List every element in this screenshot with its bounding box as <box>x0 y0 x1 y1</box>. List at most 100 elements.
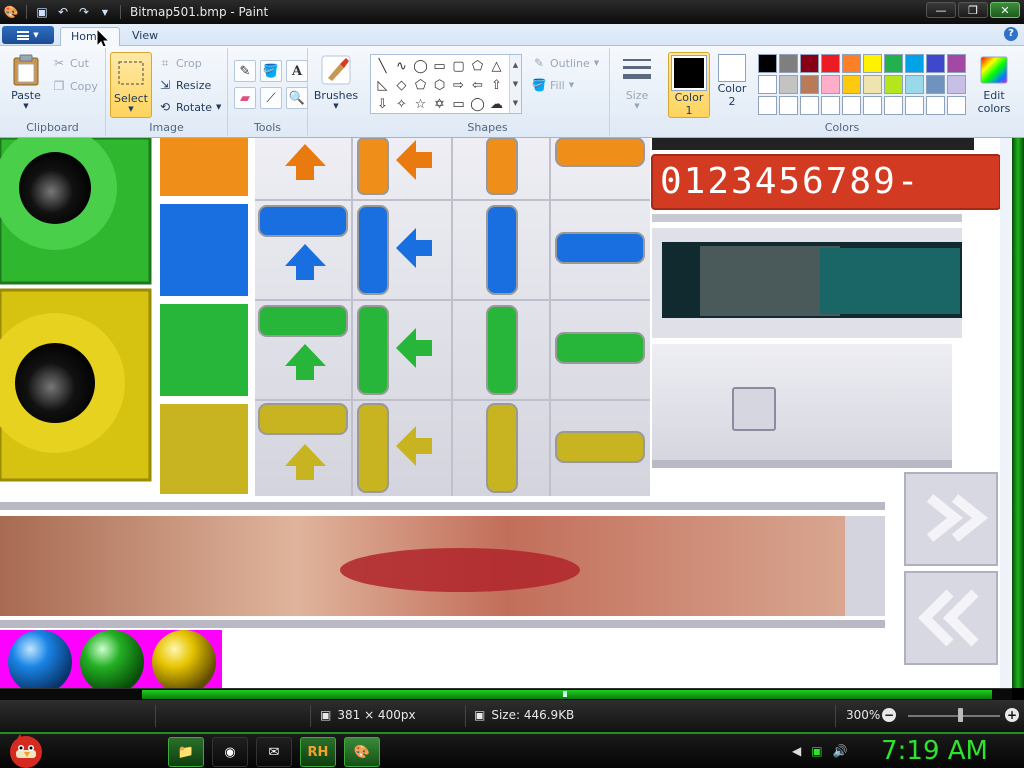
triangle-shape-icon[interactable]: △ <box>487 57 506 76</box>
outline-button[interactable]: ✎ Outline ▼ <box>532 54 599 72</box>
volume-icon[interactable]: 🔊 <box>833 744 848 758</box>
color1-button[interactable]: Color 1 <box>668 52 710 118</box>
palette-swatch[interactable] <box>779 75 798 94</box>
curve-shape-icon[interactable]: ∿ <box>392 57 411 76</box>
palette-swatch[interactable] <box>947 96 966 115</box>
palette-swatch[interactable] <box>779 54 798 73</box>
four-point-star-shape-icon[interactable]: ✧ <box>392 95 411 114</box>
palette-swatch[interactable] <box>905 75 924 94</box>
canvas-area[interactable]: 0123456789- <box>0 138 1012 688</box>
palette-swatch[interactable] <box>884 96 903 115</box>
pentagon-shape-icon[interactable]: ⬠ <box>411 76 430 95</box>
left-arrow-shape-icon[interactable]: ⇦ <box>468 76 487 95</box>
callout-rect-shape-icon[interactable]: ▭ <box>449 95 468 114</box>
size-button[interactable]: Size ▼ <box>618 54 656 110</box>
pencil-icon[interactable]: ✎ <box>234 60 256 82</box>
palette-swatch[interactable] <box>800 54 819 73</box>
paint-icon[interactable]: 🎨 <box>2 3 20 21</box>
palette-swatch[interactable] <box>863 75 882 94</box>
palette-swatch[interactable] <box>863 96 882 115</box>
fill-button[interactable]: 🪣 Fill ▼ <box>532 76 575 94</box>
palette-swatch[interactable] <box>905 54 924 73</box>
minimize-button[interactable]: — <box>926 2 956 18</box>
tab-view[interactable]: View <box>122 27 168 46</box>
edit-colors-button[interactable]: Edit colors <box>974 54 1014 115</box>
five-point-star-shape-icon[interactable]: ☆ <box>411 95 430 114</box>
palette-swatch[interactable] <box>884 54 903 73</box>
palette-swatch[interactable] <box>800 75 819 94</box>
palette-swatch[interactable] <box>758 54 777 73</box>
palette-swatch[interactable] <box>821 75 840 94</box>
oval-shape-icon[interactable]: ◯ <box>411 57 430 76</box>
palette-swatch[interactable] <box>842 96 861 115</box>
save-icon[interactable]: ▣ <box>33 3 51 21</box>
right-triangle-shape-icon[interactable]: ◺ <box>373 76 392 95</box>
rectangle-shape-icon[interactable]: ▭ <box>430 57 449 76</box>
palette-swatch[interactable] <box>926 96 945 115</box>
six-point-star-shape-icon[interactable]: ✡ <box>430 95 449 114</box>
magnifier-icon[interactable]: 🔍 <box>286 87 308 109</box>
hexagon-shape-icon[interactable]: ⬡ <box>430 76 449 95</box>
palette-swatch[interactable] <box>821 96 840 115</box>
maximize-button[interactable]: ❐ <box>958 2 988 18</box>
cloud-callout-shape-icon[interactable]: ☁ <box>487 95 506 114</box>
select-button[interactable]: Select ▼ <box>110 52 152 118</box>
callout-oval-shape-icon[interactable]: ◯ <box>468 95 487 114</box>
palette-swatch[interactable] <box>842 54 861 73</box>
vertical-scrollbar[interactable] <box>1012 138 1024 688</box>
diamond-shape-icon[interactable]: ◇ <box>392 76 411 95</box>
color2-button[interactable]: Color 2 <box>712 52 752 118</box>
zoom-in-button[interactable]: + <box>1005 708 1019 722</box>
palette-swatch[interactable] <box>863 54 882 73</box>
fill-bucket-icon[interactable]: 🪣 <box>260 60 282 82</box>
undo-icon[interactable]: ↶ <box>54 3 72 21</box>
palette-swatch[interactable] <box>947 75 966 94</box>
paint-taskbar-icon[interactable]: 🎨 <box>344 737 380 767</box>
shapes-scrollbar[interactable]: ▲ ▼ ▼ <box>509 55 521 113</box>
polygon-shape-icon[interactable]: ⬠ <box>468 57 487 76</box>
down-arrow-shape-icon[interactable]: ⇩ <box>373 95 392 114</box>
up-arrow-shape-icon[interactable]: ⇧ <box>487 76 506 95</box>
cut-button[interactable]: ✂ Cut <box>52 54 89 72</box>
palette-swatch[interactable] <box>779 96 798 115</box>
palette-swatch[interactable] <box>926 75 945 94</box>
network-icon[interactable]: ▣ <box>811 744 822 758</box>
paste-button[interactable]: Paste ▼ <box>6 54 46 110</box>
color-picker-icon[interactable]: ⟋ <box>260 87 282 109</box>
rotate-button[interactable]: ⟲ Rotate ▼ <box>158 98 221 116</box>
tray-chevron-icon[interactable]: ◀ <box>792 744 801 758</box>
palette-swatch[interactable] <box>758 75 777 94</box>
close-button[interactable]: ✕ <box>990 2 1020 18</box>
paint-menu-button[interactable]: ▼ <box>2 26 54 44</box>
start-button-icon[interactable] <box>6 730 46 768</box>
help-icon[interactable]: ? <box>1004 27 1018 41</box>
redo-icon[interactable]: ↷ <box>75 3 93 21</box>
text-icon[interactable]: A <box>286 60 308 82</box>
zoom-slider-thumb[interactable] <box>958 708 963 722</box>
palette-swatch[interactable] <box>800 96 819 115</box>
bitmap-canvas[interactable]: 0123456789- <box>0 138 1000 688</box>
rounded-rectangle-shape-icon[interactable]: ▢ <box>449 57 468 76</box>
rh-taskbar-icon[interactable]: RH <box>300 737 336 767</box>
chevron-down-icon[interactable]: ▼ <box>96 3 114 21</box>
horizontal-scrollbar[interactable] <box>0 688 1012 700</box>
zoom-out-button[interactable]: − <box>882 708 896 722</box>
messenger-taskbar-icon[interactable]: ✉ <box>256 737 292 767</box>
line-shape-icon[interactable]: ╲ <box>373 57 392 76</box>
palette-swatch[interactable] <box>926 54 945 73</box>
palette-swatch[interactable] <box>758 96 777 115</box>
palette-swatch[interactable] <box>947 54 966 73</box>
explorer-taskbar-icon[interactable]: 📁 <box>168 737 204 767</box>
eraser-icon[interactable]: ▰ <box>234 87 256 109</box>
brushes-button[interactable]: Brushes ▼ <box>314 54 358 110</box>
palette-swatch[interactable] <box>842 75 861 94</box>
taskbar-clock[interactable]: 7:19 AM <box>881 736 988 766</box>
resize-button[interactable]: ⇲ Resize <box>158 76 211 94</box>
chrome-taskbar-icon[interactable]: ◉ <box>212 737 248 767</box>
zoom-slider-track[interactable] <box>908 715 1000 717</box>
crop-button[interactable]: ⌗ Crop <box>158 54 202 72</box>
palette-swatch[interactable] <box>821 54 840 73</box>
copy-button[interactable]: ❐ Copy <box>52 77 98 95</box>
right-arrow-shape-icon[interactable]: ⇨ <box>449 76 468 95</box>
palette-swatch[interactable] <box>884 75 903 94</box>
